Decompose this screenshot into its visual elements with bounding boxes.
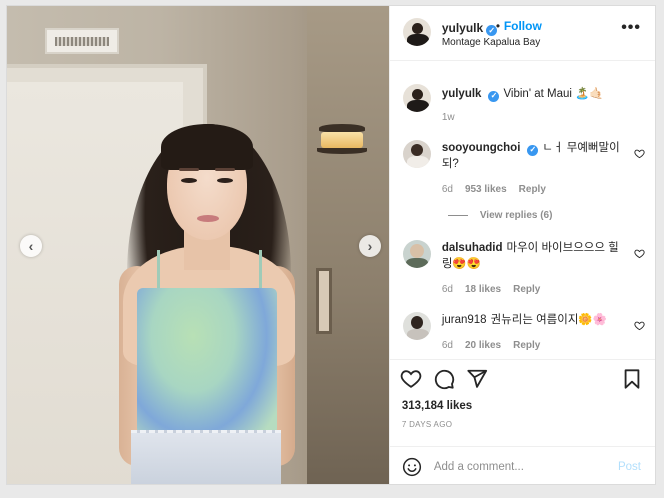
photo-ceiling-lamp (313, 124, 371, 162)
caption-avatar[interactable] (402, 84, 431, 112)
comment-time: 6d (441, 340, 453, 351)
comment-text: dalsuhadid 마우이 바이브으으으 힐링😍😍 (442, 240, 628, 272)
photo-hair-top (161, 124, 253, 170)
photo-tie-dye-top (137, 288, 277, 448)
commenter-avatar[interactable] (402, 140, 431, 168)
comment-item: juran918 권뉴리는 여름이지🌼🌸 6d 20 likes Reply (390, 306, 655, 358)
follow-button[interactable]: Follow (504, 19, 542, 33)
photo-lips (197, 215, 219, 222)
commenter-username[interactable]: juran918 (442, 314, 487, 326)
commenter-username[interactable]: dalsuhadid (442, 242, 503, 254)
commenter-avatar[interactable] (402, 312, 431, 340)
location-link[interactable]: Montage Kapalua Bay (442, 37, 540, 48)
author-username[interactable]: yulyulk (442, 21, 483, 35)
verified-badge-icon: ✓ (488, 90, 500, 102)
post-card: ‹ › yulyulk ✓ • Follow Montage Kapalua Ba… (6, 5, 656, 485)
post-actions-bar (389, 359, 655, 397)
emoji-smiley-icon[interactable] (402, 457, 422, 477)
next-photo-button[interactable]: › (359, 235, 381, 257)
photo-jeans (131, 430, 281, 484)
caption-time: 1w (441, 112, 455, 123)
comment-input[interactable] (433, 456, 604, 478)
header-separator: • (495, 19, 501, 33)
view-replies-label: View replies (6) (479, 210, 553, 221)
likes-count-label: 313,184 likes (401, 400, 473, 412)
comment-time: 6d (441, 184, 453, 195)
comment-text: juran918 권뉴리는 여름이지🌼🌸 (442, 312, 628, 328)
comment-bubble-icon[interactable] (433, 368, 455, 390)
caption-text: yulyulk ✓ Vibin' at Maui 🏝️🤙🏻 (442, 86, 628, 102)
photo-vent (45, 28, 119, 54)
comment-text: sooyoungchoi ✓ ㄴㅓ 무예뻐말이 되? (442, 140, 628, 172)
chevron-right-icon: › (367, 238, 373, 254)
likes-count[interactable]: 313,184 likes (402, 400, 472, 412)
post-comment-button[interactable]: Post (618, 461, 641, 473)
like-comment-heart-icon[interactable] (634, 320, 645, 331)
comments-list[interactable]: yulyulk ✓ Vibin' at Maui 🏝️🤙🏻 1w sooyoungc… (390, 62, 655, 359)
author-avatar[interactable] (402, 18, 431, 46)
comment-time: 6d (441, 284, 453, 295)
like-comment-heart-icon[interactable] (634, 148, 645, 159)
photo-strap (157, 250, 160, 292)
like-comment-heart-icon[interactable] (634, 248, 645, 259)
reply-button[interactable]: Reply (519, 184, 546, 195)
reply-button[interactable]: Reply (513, 340, 540, 351)
photo-eye (181, 178, 197, 183)
caption-username[interactable]: yulyulk (442, 88, 482, 100)
commenter-avatar[interactable] (402, 240, 431, 268)
comment-meta: 6d 18 likes Reply (442, 284, 553, 295)
caption-body: Vibin' at Maui 🏝️🤙🏻 (503, 88, 604, 100)
post-side-panel: yulyulk ✓ • Follow Montage Kapalua Bay ••… (388, 6, 655, 486)
chevron-left-icon: ‹ (28, 238, 34, 254)
comment-likes[interactable]: 953 likes (465, 184, 507, 195)
save-bookmark-icon[interactable] (621, 368, 643, 390)
replies-divider (447, 214, 468, 216)
post-timestamp: 7 DAYS AGO (401, 420, 453, 429)
caption-meta: 1w (442, 112, 467, 123)
verified-badge-icon: ✓ (527, 144, 539, 156)
comment-likes[interactable]: 18 likes (465, 284, 501, 295)
photo-eye (217, 178, 233, 183)
comment-body: 권뉴리는 여름이지🌼🌸 (490, 314, 608, 326)
photo-strap (259, 250, 262, 292)
more-options-icon[interactable]: ••• (621, 19, 641, 37)
photo-brow (215, 168, 235, 171)
view-replies-button[interactable]: View replies (6) (447, 210, 553, 221)
reply-button[interactable]: Reply (513, 284, 540, 295)
post-header: yulyulk ✓ • Follow Montage Kapalua Bay ••… (389, 6, 655, 61)
comment-meta: 6d 20 likes Reply (442, 340, 553, 351)
share-paper-plane-icon[interactable] (466, 368, 488, 390)
add-comment-bar: Post (389, 446, 655, 486)
photo-wall-frame (316, 268, 332, 334)
photo-brow (179, 168, 199, 171)
comment-item: dalsuhadid 마우이 바이브으으으 힐링😍😍 6d 18 likes Repl… (390, 232, 655, 296)
previous-photo-button[interactable]: ‹ (20, 235, 42, 257)
comment-item: sooyoungchoi ✓ ㄴㅓ 무예뻐말이 되? 6d 953 likes Repl… (390, 132, 655, 222)
like-heart-icon[interactable] (400, 368, 422, 390)
comment-meta: 6d 953 likes Reply (442, 184, 558, 195)
comment-likes[interactable]: 20 likes (465, 340, 501, 351)
caption-row: yulyulk ✓ Vibin' at Maui 🏝️🤙🏻 1w (390, 78, 655, 124)
commenter-username[interactable]: sooyoungchoi (442, 142, 521, 154)
post-photo[interactable]: ‹ › (7, 6, 389, 484)
author-name-row: yulyulk ✓ (442, 19, 498, 37)
